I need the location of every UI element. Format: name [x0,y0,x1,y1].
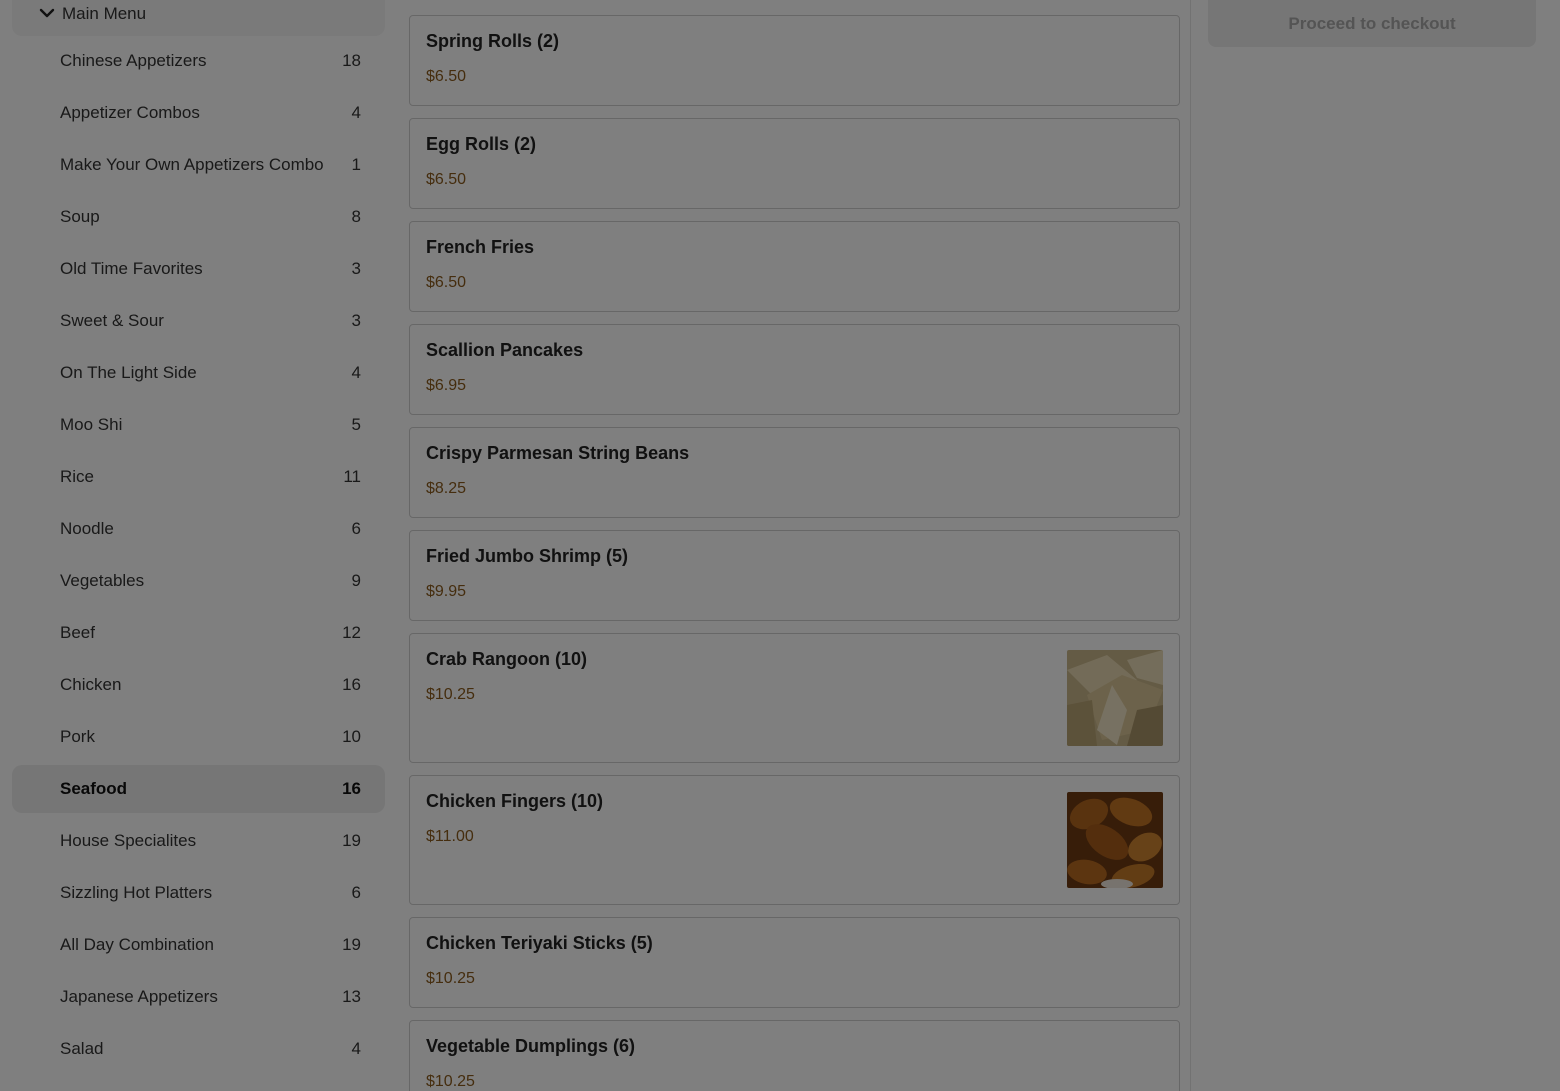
modal-overlay[interactable] [0,0,1560,1091]
